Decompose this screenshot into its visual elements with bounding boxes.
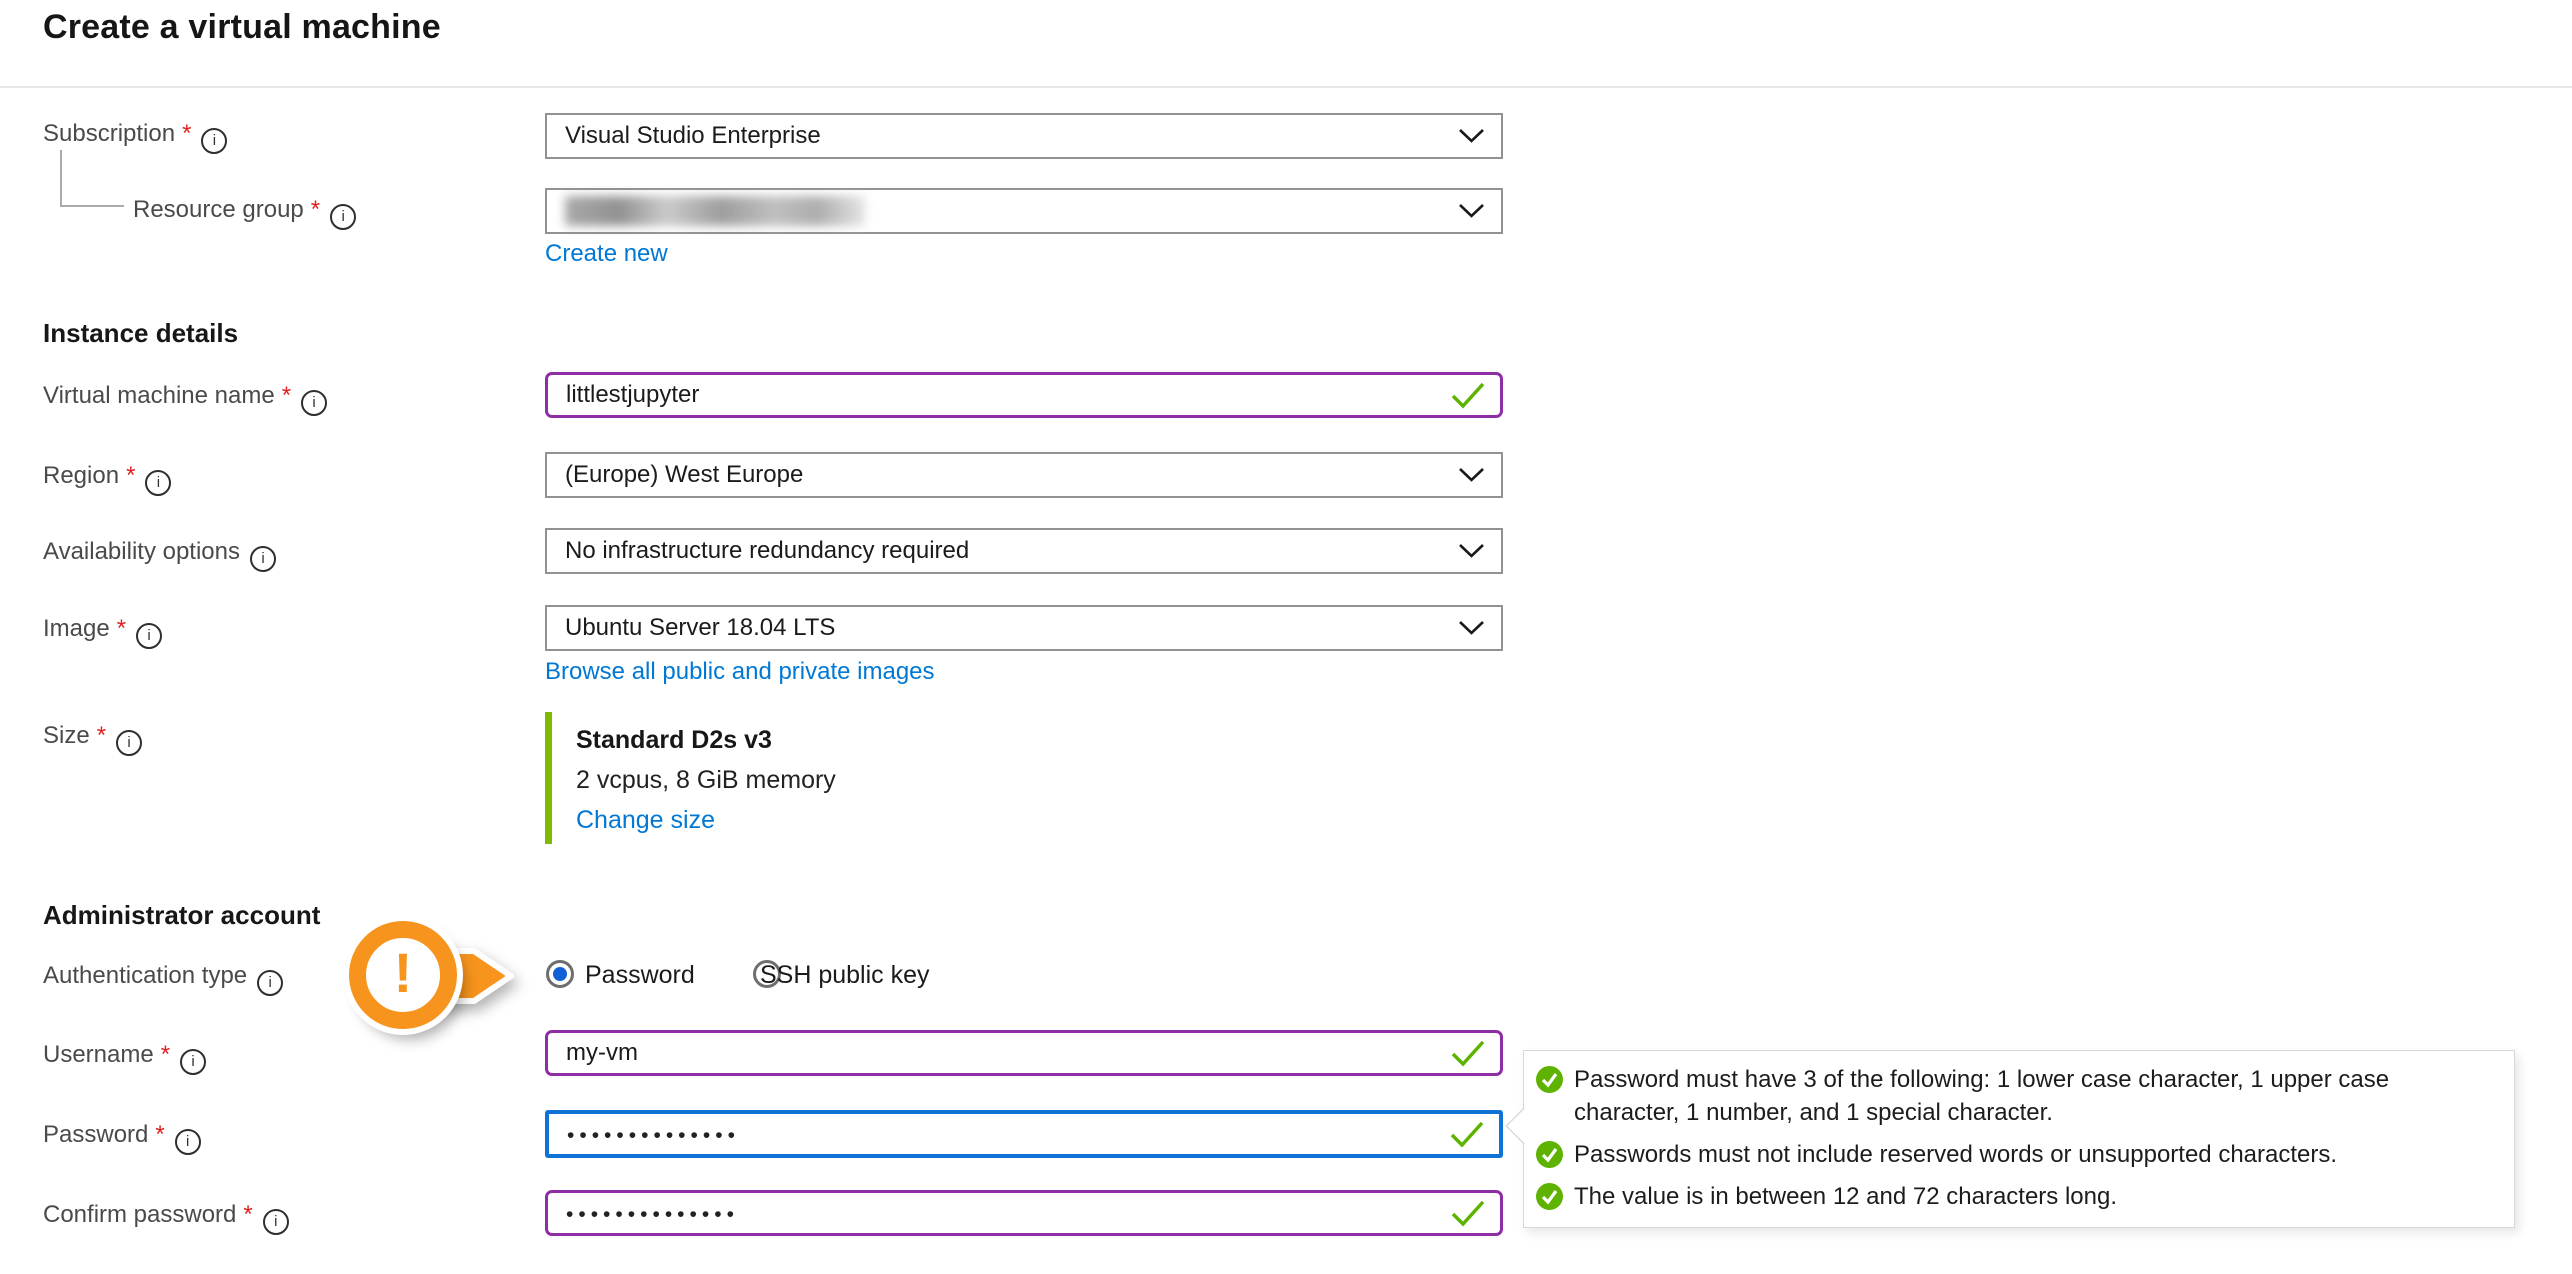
password-masked-value: •••••••••••••• xyxy=(567,1120,740,1148)
info-icon[interactable]: i xyxy=(116,730,142,756)
password-rule-item: Passwords must not include reserved word… xyxy=(1536,1138,2496,1171)
valid-check-icon xyxy=(1449,1120,1485,1148)
valid-check-icon xyxy=(1450,1199,1486,1227)
region-dropdown[interactable]: (Europe) West Europe xyxy=(545,452,1503,498)
info-icon[interactable]: i xyxy=(263,1209,289,1235)
instance-details-heading: Instance details xyxy=(43,318,238,349)
required-asterisk: * xyxy=(117,615,126,642)
create-vm-page: Create a virtual machine Subscription*i … xyxy=(0,0,2572,1274)
required-asterisk: * xyxy=(126,462,135,489)
radio-ssh-public-key-label[interactable]: SSH public key xyxy=(760,961,930,990)
image-value: Ubuntu Server 18.04 LTS xyxy=(565,614,835,642)
confirm-password-masked-value: •••••••••••••• xyxy=(566,1199,739,1227)
info-icon[interactable]: i xyxy=(301,390,327,416)
info-icon[interactable]: i xyxy=(257,970,283,996)
vm-name-input[interactable]: littlestjupyter xyxy=(545,372,1503,418)
size-label: Size*i xyxy=(43,722,142,756)
password-input[interactable]: •••••••••••••• xyxy=(545,1110,1503,1158)
info-icon[interactable]: i xyxy=(250,546,276,572)
size-specs: 2 vcpus, 8 GiB memory xyxy=(576,766,836,795)
image-dropdown[interactable]: Ubuntu Server 18.04 LTS xyxy=(545,605,1503,651)
username-label: Username*i xyxy=(43,1041,206,1075)
confirm-password-input[interactable]: •••••••••••••• xyxy=(545,1190,1503,1236)
availability-options-dropdown[interactable]: No infrastructure redundancy required xyxy=(545,528,1503,574)
page-title: Create a virtual machine xyxy=(43,8,441,47)
availability-options-label: Availability optionsi xyxy=(43,538,276,572)
valid-check-icon xyxy=(1450,1039,1486,1067)
tree-connector xyxy=(60,150,124,207)
chevron-down-icon xyxy=(1458,543,1485,559)
password-label: Password*i xyxy=(43,1121,201,1155)
radio-password[interactable] xyxy=(546,960,574,988)
change-size-link[interactable]: Change size xyxy=(576,806,715,835)
password-rule-item: Password must have 3 of the following: 1… xyxy=(1536,1063,2496,1129)
subscription-value: Visual Studio Enterprise xyxy=(565,122,821,150)
rule-check-icon xyxy=(1536,1066,1563,1093)
info-icon[interactable]: i xyxy=(136,623,162,649)
info-icon[interactable]: i xyxy=(330,204,356,230)
required-asterisk: * xyxy=(311,196,320,223)
resource-group-label: Resource group*i xyxy=(133,196,356,230)
info-icon[interactable]: i xyxy=(175,1129,201,1155)
region-label: Region*i xyxy=(43,462,171,496)
browse-images-link[interactable]: Browse all public and private images xyxy=(545,658,935,686)
required-asterisk: * xyxy=(243,1201,252,1228)
radio-password-label[interactable]: Password xyxy=(585,961,695,990)
size-name: Standard D2s v3 xyxy=(576,726,772,755)
required-asterisk: * xyxy=(182,120,191,147)
username-input[interactable]: my-vm xyxy=(545,1030,1503,1076)
username-value: my-vm xyxy=(566,1039,638,1067)
chevron-down-icon xyxy=(1458,203,1485,219)
rule-check-icon xyxy=(1536,1183,1563,1210)
image-label: Image*i xyxy=(43,615,162,649)
chevron-down-icon xyxy=(1458,128,1485,144)
info-icon[interactable]: i xyxy=(180,1049,206,1075)
info-icon[interactable]: i xyxy=(145,470,171,496)
rule-check-icon xyxy=(1536,1141,1563,1168)
info-icon[interactable]: i xyxy=(201,128,227,154)
region-value: (Europe) West Europe xyxy=(565,461,803,489)
header-divider xyxy=(0,86,2572,88)
chevron-down-icon xyxy=(1458,620,1485,636)
valid-check-icon xyxy=(1450,381,1486,409)
password-rule-item: The value is in between 12 and 72 charac… xyxy=(1536,1180,2496,1213)
size-accent-bar xyxy=(545,712,552,844)
required-asterisk: * xyxy=(282,382,291,409)
vm-name-value: littlestjupyter xyxy=(566,381,699,409)
annotation-exclamation-icon: ! xyxy=(349,921,457,1029)
chevron-down-icon xyxy=(1458,467,1485,483)
subscription-label: Subscription*i xyxy=(43,120,227,154)
required-asterisk: * xyxy=(161,1041,170,1068)
auth-type-label: Authentication typei xyxy=(43,962,283,996)
create-new-link[interactable]: Create new xyxy=(545,240,668,268)
required-asterisk: * xyxy=(155,1121,164,1148)
availability-value: No infrastructure redundancy required xyxy=(565,537,969,565)
required-asterisk: * xyxy=(97,722,106,749)
resource-group-value-redacted xyxy=(565,196,865,226)
confirm-password-label: Confirm password*i xyxy=(43,1201,289,1235)
admin-account-heading: Administrator account xyxy=(43,900,320,931)
vm-name-label: Virtual machine name*i xyxy=(43,382,327,416)
resource-group-dropdown[interactable] xyxy=(545,188,1503,234)
password-rules-tooltip: Password must have 3 of the following: 1… xyxy=(1523,1050,2515,1228)
subscription-dropdown[interactable]: Visual Studio Enterprise xyxy=(545,113,1503,159)
